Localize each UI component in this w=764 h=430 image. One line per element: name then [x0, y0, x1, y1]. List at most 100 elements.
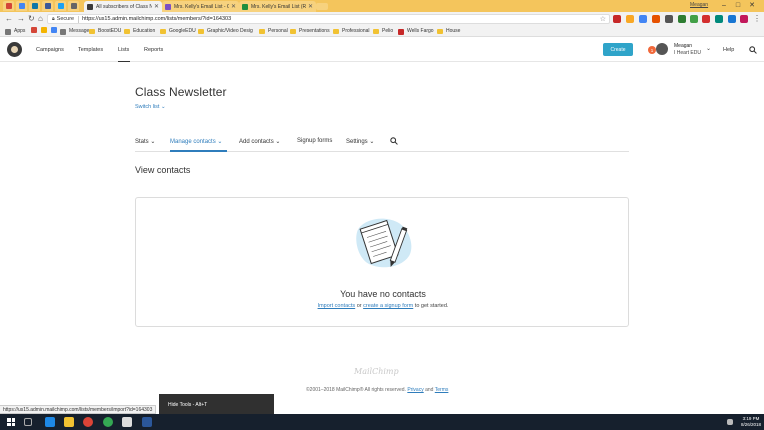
bookmark-folder[interactable]: Graphic/Video Desig — [198, 27, 253, 36]
pinned-tab-twitter[interactable] — [55, 1, 66, 11]
minimize-icon[interactable]: – — [718, 1, 730, 11]
nav-lists[interactable]: Lists — [118, 47, 129, 53]
notepad-icon[interactable] — [122, 417, 132, 427]
file-explorer-icon[interactable] — [64, 417, 74, 427]
extension-icon[interactable] — [702, 15, 710, 23]
bookmark-folder[interactable]: GoogleEDU — [160, 27, 196, 36]
chrome-menu-icon[interactable]: ⋮ — [753, 14, 761, 24]
extension-icon[interactable] — [639, 15, 647, 23]
pinned-tab-chrome[interactable] — [16, 1, 27, 11]
reload-icon[interactable]: ↻ — [28, 14, 35, 24]
extension-icon[interactable] — [626, 15, 634, 23]
bookmark-folder[interactable]: Education — [124, 27, 155, 36]
create-signup-form-link[interactable]: create a signup form — [363, 303, 413, 309]
bookmark-folder[interactable]: Professional — [333, 27, 370, 36]
new-tab-button[interactable] — [316, 3, 328, 10]
word-icon[interactable] — [142, 417, 152, 427]
browser-toolbar: ← → ↻ ⌂ 🔒︎ Secure https://us15.admin.mai… — [0, 12, 764, 26]
address-bar[interactable]: 🔒︎ Secure https://us15.admin.mailchimp.c… — [47, 14, 610, 24]
switch-list-label: Switch list — [135, 104, 160, 110]
extension-icon[interactable] — [665, 15, 673, 23]
avatar[interactable] — [656, 43, 668, 55]
subnav-manage-contacts[interactable]: Manage contacts ⌄ — [170, 138, 222, 145]
bookmark-folder[interactable]: Pelio — [373, 27, 393, 36]
bookmark-folder[interactable]: Personal — [259, 27, 288, 36]
empty-state-message: Import contacts or create a signup form … — [136, 303, 630, 309]
nav-templates[interactable]: Templates — [78, 47, 103, 53]
subnav-stats[interactable]: Stats ⌄ — [135, 138, 155, 145]
bookmark-label: Graphic/Video Desig — [207, 28, 253, 34]
subnav-label: Add contacts — [239, 139, 274, 145]
taskbar-clock[interactable]: 3:19 PM 8/26/2018 — [741, 416, 761, 428]
switch-list-dropdown[interactable]: Switch list ⌄ — [135, 104, 166, 110]
nav-active-indicator — [118, 61, 130, 62]
subnav-signup-forms[interactable]: Signup forms — [297, 138, 332, 144]
subnav-add-contacts[interactable]: Add contacts ⌄ — [239, 138, 280, 145]
terms-link[interactable]: Terms — [435, 387, 449, 393]
extension-icon[interactable] — [728, 15, 736, 23]
import-contacts-link[interactable]: Import contacts — [318, 303, 356, 309]
create-button[interactable]: Create — [603, 43, 633, 56]
bookmark-drive[interactable] — [41, 27, 50, 33]
chevron-down-icon[interactable]: ⌄ — [706, 45, 711, 52]
tab-close-icon[interactable]: ✕ — [231, 3, 236, 10]
search-icon[interactable] — [390, 137, 398, 145]
search-icon[interactable] — [749, 46, 757, 54]
bookmark-gmail[interactable] — [31, 27, 40, 33]
extension-icon[interactable] — [715, 15, 723, 23]
bookmark-label: Personal — [268, 28, 288, 34]
extension-icon[interactable] — [613, 15, 621, 23]
bookmark-folder[interactable]: BoostEDU — [89, 27, 121, 36]
account-org[interactable]: I Heart EDU — [674, 50, 701, 56]
extension-icon[interactable] — [740, 15, 748, 23]
notification-badge[interactable]: 1 — [648, 46, 656, 54]
help-link[interactable]: Help — [723, 47, 734, 53]
hide-tools-panel[interactable]: Hide Tools - Alt+T — [159, 394, 274, 414]
chrome-profile-name[interactable]: Meagan — [690, 2, 708, 8]
close-window-icon[interactable]: ✕ — [746, 1, 758, 11]
chevron-down-icon: ⌄ — [160, 104, 166, 110]
nav-campaigns[interactable]: Campaigns — [36, 47, 64, 53]
extension-icon[interactable] — [690, 15, 698, 23]
chrome-icon[interactable] — [83, 417, 93, 427]
pinned-tab-app[interactable] — [68, 1, 79, 11]
browser-tab[interactable]: Mrs. Kelly's Email List (Re ✕ — [239, 1, 316, 12]
nav-reports[interactable]: Reports — [144, 47, 163, 53]
task-view-icon[interactable] — [24, 418, 32, 426]
pinned-tab-gmail[interactable] — [3, 1, 14, 11]
pinned-tab-facebook[interactable] — [42, 1, 53, 11]
chevron-down-icon: ⌄ — [150, 139, 156, 145]
privacy-link[interactable]: Privacy — [407, 387, 423, 393]
tab-label: Mrs. Kelly's Email List (Re — [251, 3, 306, 10]
bookmark-messages[interactable]: Messages — [60, 27, 92, 36]
tab-close-icon[interactable]: ✕ — [154, 3, 159, 10]
extension-icon[interactable] — [678, 15, 686, 23]
forward-icon[interactable]: → — [17, 14, 25, 24]
bookmark-apps[interactable]: Apps — [5, 27, 25, 36]
address-url[interactable]: https://us15.admin.mailchimp.com/lists/m… — [82, 16, 231, 22]
folder-icon — [259, 29, 265, 34]
account-name[interactable]: Meagan — [674, 43, 692, 49]
network-icon[interactable] — [727, 419, 733, 425]
edge-icon[interactable] — [45, 417, 55, 427]
browser-tab[interactable]: Mrs. Kelly's Email List - G ✕ — [162, 1, 239, 12]
bookmark-wells-fargo[interactable]: Wells Fargo — [398, 27, 434, 36]
bookmark-star-icon[interactable]: ☆ — [600, 15, 606, 23]
tab-close-icon[interactable]: ✕ — [308, 3, 313, 10]
bookmark-mail[interactable] — [51, 27, 60, 33]
back-icon[interactable]: ← — [5, 14, 13, 24]
subnav-label: Settings — [346, 139, 368, 145]
empty-state-title: You have no contacts — [340, 289, 426, 299]
pinned-tab-linkedin[interactable] — [29, 1, 40, 11]
chrome-app-icon[interactable] — [103, 417, 113, 427]
subnav-settings[interactable]: Settings ⌄ — [346, 138, 374, 145]
home-icon[interactable]: ⌂ — [38, 14, 43, 24]
browser-tab-active[interactable]: All subscribers of Class N ✕ — [84, 1, 162, 12]
windows-start-icon[interactable] — [7, 418, 15, 426]
mailchimp-footer-logo: MailChimp — [354, 367, 399, 376]
extension-icon[interactable] — [652, 15, 660, 23]
bookmark-folder[interactable]: Presentations — [290, 27, 330, 36]
bookmark-folder[interactable]: House — [437, 27, 460, 36]
maximize-icon[interactable]: □ — [732, 1, 744, 11]
freddie-logo-icon[interactable] — [7, 42, 22, 57]
